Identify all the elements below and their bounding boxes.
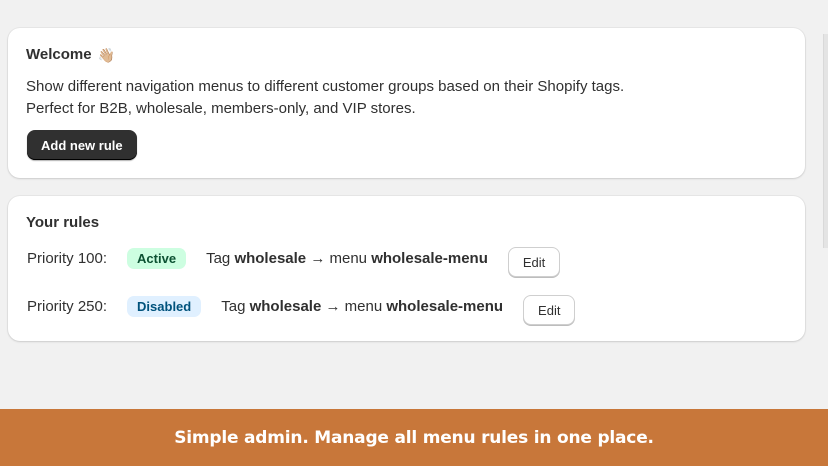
welcome-description-line-2: Perfect for B2B, wholesale, members-only… bbox=[26, 100, 416, 117]
rule-priority: Priority 100: bbox=[27, 249, 108, 267]
arrow-menu-text: → menu bbox=[310, 249, 368, 267]
rule-priority: Priority 250: bbox=[27, 297, 108, 315]
status-badge-disabled: Disabled bbox=[127, 295, 202, 317]
adjacent-panel-edge bbox=[823, 34, 828, 248]
rule-description: Tag wholesale → menu wholesale-menu bbox=[221, 298, 503, 315]
rule-description: Tag wholesale → menu wholesale-menu bbox=[206, 250, 488, 267]
waving-hand-icon: 👋🏼 bbox=[97, 46, 116, 63]
welcome-card: Welcome 👋🏼 Show different navigation men… bbox=[8, 28, 805, 178]
welcome-title: Welcome 👋🏼 bbox=[26, 46, 787, 63]
tag-prefix: Tag bbox=[206, 249, 231, 267]
caption-banner: Simple admin. Manage all menu rules in o… bbox=[0, 409, 828, 466]
rules-card: Your rules Priority 100: Active Tag whol… bbox=[8, 196, 805, 341]
tag-name: wholesale bbox=[234, 249, 307, 267]
menu-name: wholesale-menu bbox=[371, 249, 488, 267]
edit-rule-button[interactable]: Edit bbox=[523, 295, 576, 325]
caption-text: Simple admin. Manage all menu rules in o… bbox=[174, 427, 654, 448]
tag-prefix: Tag bbox=[221, 297, 246, 315]
rule-row: Priority 100: Active Tag wholesale → men… bbox=[27, 243, 561, 277]
status-badge-active: Active bbox=[127, 247, 187, 269]
welcome-description: Show different navigation menus to diffe… bbox=[26, 76, 787, 120]
edit-rule-button[interactable]: Edit bbox=[507, 247, 561, 277]
rule-row: Priority 250: Disabled Tag wholesale → m… bbox=[27, 291, 576, 325]
rules-title: Your rules bbox=[26, 214, 100, 231]
arrow-menu-text: → menu bbox=[325, 297, 383, 315]
add-new-rule-button[interactable]: Add new rule bbox=[27, 130, 137, 160]
tag-name: wholesale bbox=[249, 297, 322, 315]
menu-name: wholesale-menu bbox=[386, 297, 504, 315]
welcome-description-line-1: Show different navigation menus to diffe… bbox=[26, 78, 625, 95]
welcome-title-text: Welcome bbox=[26, 46, 92, 63]
